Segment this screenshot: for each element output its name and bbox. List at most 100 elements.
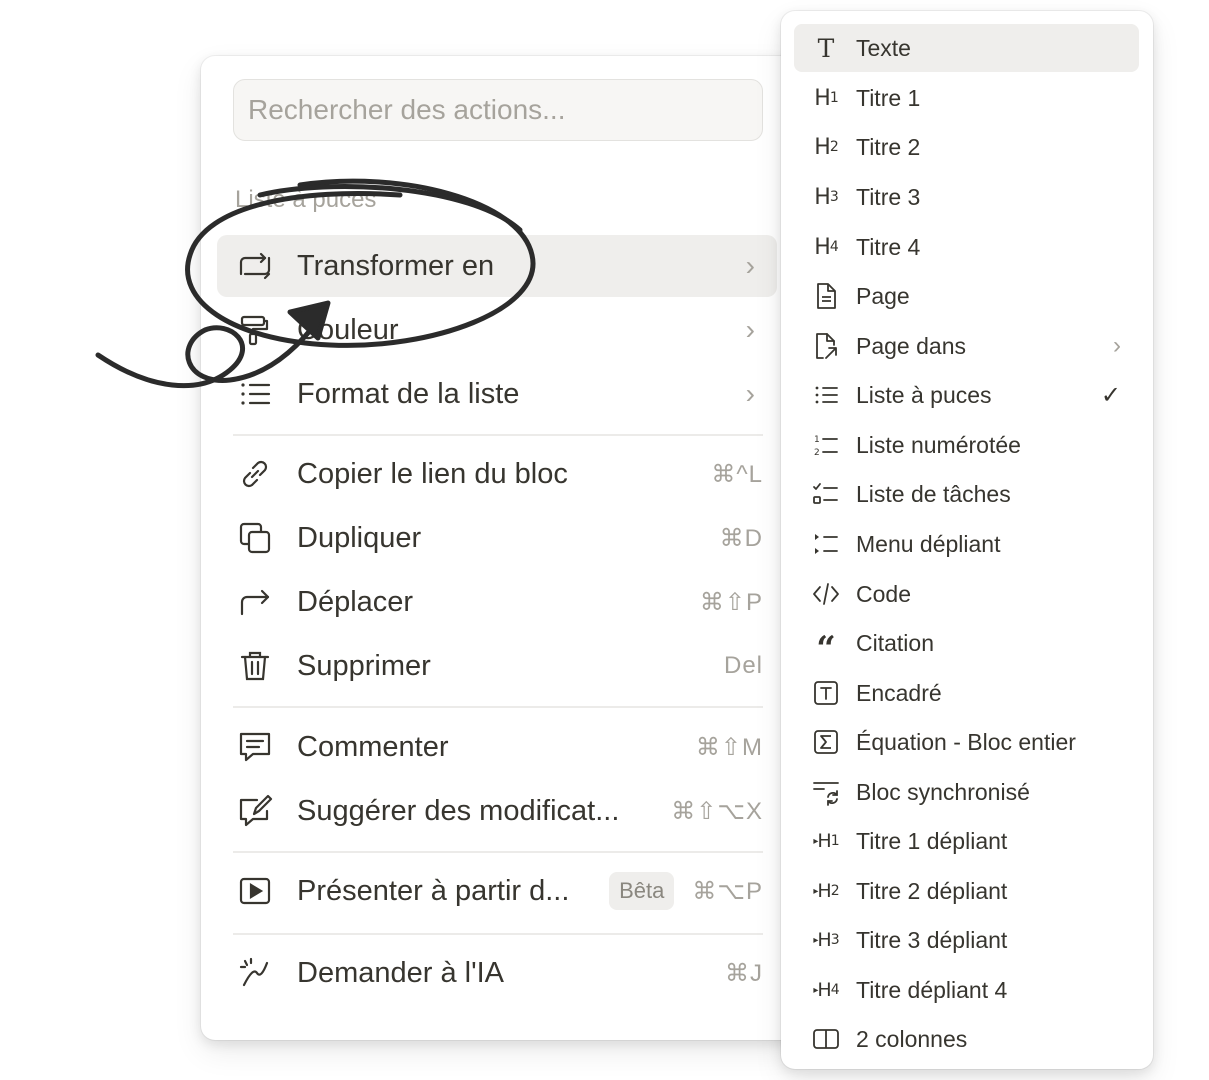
- submenu-item-label: Texte: [856, 34, 911, 61]
- menu-item-label: Dupliquer: [297, 521, 422, 554]
- shortcut: ⌘⇧P: [699, 588, 763, 616]
- trash-icon: [237, 646, 281, 686]
- menu-item-label: Format de la liste: [297, 377, 520, 410]
- submenu-item-toggle-heading-2[interactable]: ▸ H 2 Titre 2 dépliant: [794, 867, 1139, 915]
- submenu-item-bulleted-list[interactable]: Liste à puces ✓: [794, 371, 1139, 419]
- svg-text:2: 2: [814, 448, 820, 458]
- submenu-item-label: Page: [856, 282, 910, 309]
- todo-list-icon: [808, 477, 844, 511]
- transform-icon: [237, 246, 281, 286]
- link-icon: [237, 454, 281, 494]
- menu-item-label: Présenter à partir d...: [297, 874, 570, 907]
- menu-item-label: Commenter: [297, 730, 449, 763]
- menu-item-delete[interactable]: Supprimer Del: [217, 635, 777, 697]
- heading-1-icon: H1: [814, 85, 838, 111]
- toggle-heading-1-icon: ▸ H 1: [813, 830, 839, 852]
- submenu-item-label: Titre dépliant 4: [856, 976, 1008, 1003]
- divider: [233, 933, 763, 935]
- submenu-item-label: Code: [856, 580, 911, 607]
- submenu-item-label: Titre 2: [856, 133, 921, 160]
- submenu-item-label: Titre 1 dépliant: [856, 827, 1008, 854]
- page-link-icon: [808, 329, 844, 363]
- submenu-item-label: Équation - Bloc entier: [856, 728, 1076, 755]
- page-icon: [808, 279, 844, 313]
- submenu-item-label: Bloc synchronisé: [856, 778, 1030, 805]
- divider: [233, 851, 763, 853]
- submenu-item-synced-block[interactable]: Bloc synchronisé: [794, 768, 1139, 816]
- shortcut: ⌘⌥P: [692, 877, 763, 905]
- section-label: Liste à puces: [235, 186, 377, 213]
- submenu-item-label: Titre 3: [856, 183, 921, 210]
- duplicate-icon: [237, 518, 281, 558]
- shortcut: ⌘⇧M: [695, 733, 763, 761]
- submenu-item-callout[interactable]: Encadré: [794, 669, 1139, 717]
- search-input[interactable]: Rechercher des actions...: [233, 79, 763, 141]
- synced-block-icon: [808, 775, 844, 809]
- submenu-item-text[interactable]: T Texte: [794, 24, 1139, 72]
- submenu-item-two-columns[interactable]: 2 colonnes: [794, 1015, 1139, 1063]
- heading-3-icon: H3: [814, 184, 838, 210]
- submenu-item-heading-3[interactable]: H3 Titre 3: [794, 173, 1139, 221]
- submenu-item-label: Page dans: [856, 332, 966, 359]
- menu-item-move[interactable]: Déplacer ⌘⇧P: [217, 571, 777, 633]
- menu-item-transform[interactable]: Transformer en ›: [217, 235, 777, 297]
- comment-icon: [237, 727, 281, 767]
- submenu-item-label: 2 colonnes: [856, 1025, 968, 1052]
- menu-item-copy-link[interactable]: Copier le lien du bloc ⌘^L: [217, 443, 777, 505]
- toggle-heading-4-icon: ▸ H 4: [813, 979, 839, 1001]
- submenu-item-toggle-heading-4[interactable]: ▸ H 4 Titre dépliant 4: [794, 966, 1139, 1014]
- submenu-item-todo-list[interactable]: Liste de tâches: [794, 470, 1139, 518]
- bulleted-list-icon: [808, 378, 844, 412]
- toggle-heading-3-icon: ▸ H 3: [813, 929, 839, 951]
- submenu-item-page-in[interactable]: Page dans ›: [794, 322, 1139, 370]
- submenu-item-label: Menu dépliant: [856, 530, 1001, 557]
- numbered-list-icon: 12: [808, 428, 844, 462]
- text-icon: T: [817, 33, 835, 63]
- toggle-heading-2-icon: ▸ H 2: [813, 880, 839, 902]
- columns-icon: [808, 1022, 844, 1056]
- submenu-item-heading-4[interactable]: H4 Titre 4: [794, 223, 1139, 271]
- submenu-item-code[interactable]: Code: [794, 570, 1139, 618]
- menu-item-suggest-edits[interactable]: Suggérer des modificat... ⌘⇧⌥X: [217, 780, 777, 842]
- submenu-item-quote[interactable]: “ Citation: [794, 619, 1139, 667]
- submenu-item-page[interactable]: Page: [794, 272, 1139, 320]
- menu-item-color[interactable]: Couleur ›: [217, 299, 777, 361]
- menu-item-label: Suggérer des modificat...: [297, 794, 620, 827]
- menu-item-present[interactable]: Présenter à partir d... Bêta ⌘⌥P: [217, 860, 777, 922]
- chevron-right-icon: ›: [745, 378, 755, 409]
- menu-item-ask-ai[interactable]: Demander à l'IA ⌘J: [217, 942, 777, 1004]
- transform-submenu: T Texte H1 Titre 1 H2 Titre 2 H3 Titre 3…: [781, 11, 1153, 1069]
- list-icon: [237, 374, 281, 414]
- submenu-item-label: Titre 1: [856, 84, 921, 111]
- chevron-right-icon: ›: [1113, 332, 1121, 359]
- menu-item-list-format[interactable]: Format de la liste ›: [217, 363, 777, 425]
- menu-item-label: Couleur: [297, 313, 399, 346]
- shortcut: Del: [723, 652, 763, 679]
- submenu-item-toggle-heading-1[interactable]: ▸ H 1 Titre 1 dépliant: [794, 817, 1139, 865]
- heading-4-icon: H4: [814, 234, 838, 260]
- submenu-item-heading-2[interactable]: H2 Titre 2: [794, 123, 1139, 171]
- divider: [233, 706, 763, 708]
- suggest-edit-icon: [237, 791, 281, 831]
- menu-item-duplicate[interactable]: Dupliquer ⌘D: [217, 507, 777, 569]
- shortcut: ⌘^L: [711, 460, 763, 488]
- present-icon: [237, 871, 281, 911]
- toggle-list-icon: [808, 527, 844, 561]
- submenu-item-toggle-list[interactable]: Menu dépliant: [794, 520, 1139, 568]
- shortcut: ⌘D: [719, 524, 763, 552]
- submenu-item-heading-1[interactable]: H1 Titre 1: [794, 74, 1139, 122]
- submenu-item-toggle-heading-3[interactable]: ▸ H 3 Titre 3 dépliant: [794, 916, 1139, 964]
- divider: [233, 434, 763, 436]
- submenu-item-equation[interactable]: Équation - Bloc entier: [794, 718, 1139, 766]
- code-icon: [808, 577, 844, 611]
- menu-item-comment[interactable]: Commenter ⌘⇧M: [217, 716, 777, 778]
- menu-item-label: Transformer en: [297, 249, 495, 282]
- submenu-item-numbered-list[interactable]: 12 Liste numérotée: [794, 421, 1139, 469]
- heading-2-icon: H2: [814, 134, 838, 160]
- submenu-item-label: Liste de tâches: [856, 480, 1011, 507]
- callout-icon: [808, 676, 844, 710]
- submenu-item-label: Titre 2 dépliant: [856, 877, 1008, 904]
- menu-item-label: Supprimer: [297, 649, 431, 682]
- paint-roller-icon: [237, 310, 281, 350]
- shortcut: ⌘J: [725, 959, 763, 987]
